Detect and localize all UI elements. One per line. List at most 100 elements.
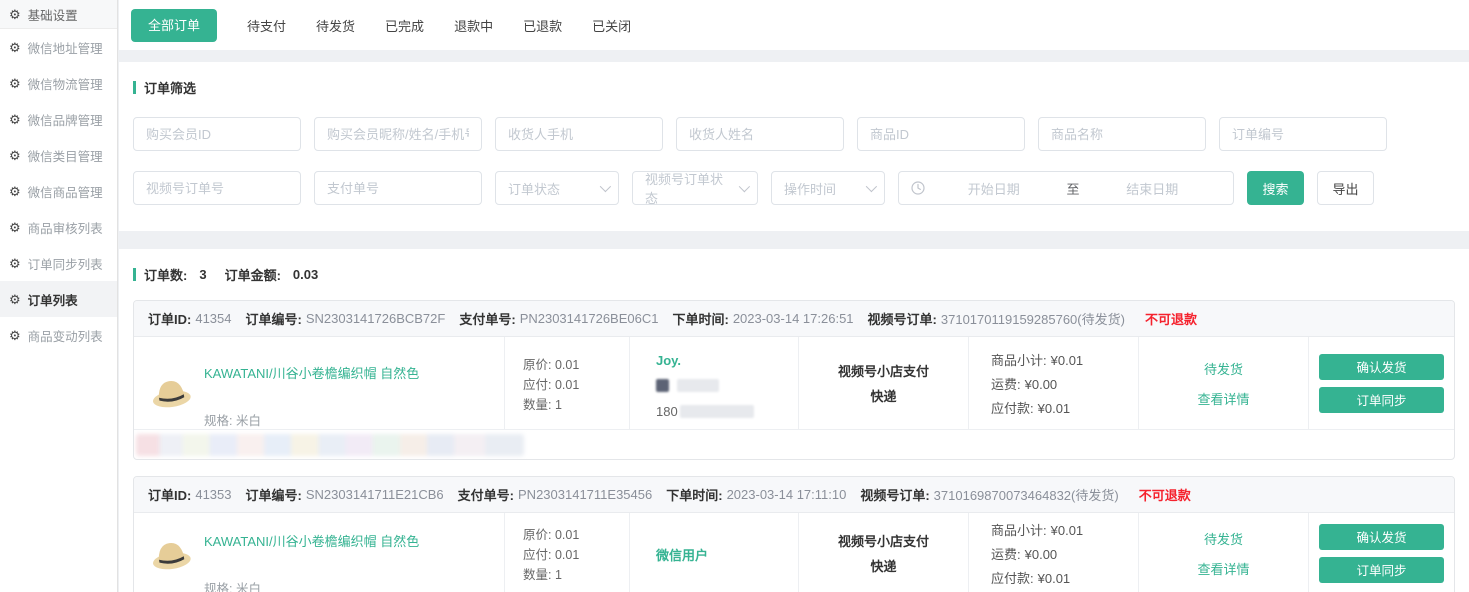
channel-order-label: 视频号订单: — [860, 485, 929, 504]
end-date-placeholder[interactable]: 结束日期 — [1084, 179, 1222, 198]
sidebar-item-wechat-logistics[interactable]: ⚙ 微信物流管理 — [0, 65, 117, 101]
order-sn-label: 订单编号: — [246, 309, 302, 328]
product-name-link[interactable]: KAWATANI/川谷小卷檐编织帽 自然色 — [204, 531, 504, 550]
gear-icon: ⚙ — [9, 221, 21, 234]
product-spec: 规格: 米白 — [204, 410, 504, 429]
spec-value: 米白 — [236, 582, 261, 592]
order-id-label: 订单ID: — [148, 485, 191, 504]
sidebar-item-label: 订单同步列表 — [28, 254, 103, 273]
buyer-name-masked — [656, 379, 798, 392]
channel-order-sn-input[interactable] — [133, 171, 301, 205]
order-sync-button[interactable]: 订单同步 — [1319, 557, 1444, 583]
tab-pending-payment[interactable]: 待支付 — [247, 16, 286, 35]
gear-icon: ⚙ — [9, 257, 21, 270]
order-header: 订单ID:41354 订单编号:SN2303141726BCB72F 支付单号:… — [134, 301, 1454, 337]
product-thumbnail-hat — [150, 533, 192, 573]
product-spec: 规格: 米白 — [204, 578, 504, 592]
sidebar-item-order-list[interactable]: ⚙ 订单列表 — [0, 281, 117, 317]
buyer-nickname[interactable]: 微信用户 — [656, 545, 798, 564]
filter-row-2: 订单状态 视频号订单状态 操作时间 开始日期 至 结束日期 搜索 — [133, 171, 1455, 205]
payment-method: 视频号小店支付 — [838, 531, 929, 550]
gear-icon: ⚙ — [9, 41, 21, 54]
order-time-label: 下单时间: — [672, 309, 728, 328]
order-summary: 订单数:3 订单金额:0.03 — [133, 265, 1455, 284]
payable-row: 应付款:¥0.01 — [991, 398, 1138, 417]
status-cell: 待发货 查看详情 — [1138, 513, 1308, 592]
address-row — [134, 429, 1454, 459]
clock-icon — [911, 181, 925, 195]
start-date-placeholder[interactable]: 开始日期 — [925, 179, 1063, 198]
sidebar-item-wechat-product[interactable]: ⚙ 微信商品管理 — [0, 173, 117, 209]
spec-label: 规格: — [204, 582, 232, 592]
sidebar-item-label: 微信类目管理 — [28, 146, 103, 165]
tab-pending-shipment[interactable]: 待发货 — [316, 16, 355, 35]
buyer-nickname[interactable]: Joy. — [656, 353, 798, 368]
order-id-label: 订单ID: — [148, 309, 191, 328]
tab-refunded[interactable]: 已退款 — [523, 16, 562, 35]
status-cell: 待发货 查看详情 — [1138, 337, 1308, 429]
product-name-link[interactable]: KAWATANI/川谷小卷檐编织帽 自然色 — [204, 363, 504, 382]
status-badge: 待发货 — [1204, 529, 1243, 548]
date-range-picker[interactable]: 开始日期 至 结束日期 — [898, 171, 1234, 205]
tab-completed[interactable]: 已完成 — [385, 16, 424, 35]
sidebar-item-wechat-brand[interactable]: ⚙ 微信品牌管理 — [0, 101, 117, 137]
product-id-input[interactable] — [857, 117, 1025, 151]
sidebar-item-wechat-category[interactable]: ⚙ 微信类目管理 — [0, 137, 117, 173]
gear-icon: ⚙ — [9, 8, 21, 21]
masked-block — [677, 379, 719, 392]
view-detail-link[interactable]: 查看详情 — [1197, 559, 1249, 578]
order-time-value: 2023-03-14 17:11:10 — [727, 487, 847, 502]
product-name-input[interactable] — [1038, 117, 1206, 151]
tab-all-orders[interactable]: 全部订单 — [131, 9, 217, 42]
export-button[interactable]: 导出 — [1317, 171, 1374, 205]
order-sn-input[interactable] — [1219, 117, 1387, 151]
channel-order-label: 视频号订单: — [868, 309, 937, 328]
status-badge: 待发货 — [1204, 359, 1243, 378]
pay-sn-value: PN2303141726BE06C1 — [520, 311, 659, 326]
qty-row: 数量: 1 — [523, 565, 629, 585]
search-button[interactable]: 搜索 — [1247, 171, 1304, 205]
order-status-select-value: 订单状态 — [508, 179, 560, 198]
order-body: KAWATANI/川谷小卷檐编织帽 自然色 规格: 米白 原价: 0.01 应付… — [134, 337, 1454, 429]
delivery-method: 快递 — [870, 556, 896, 575]
sidebar-item-basic-settings[interactable]: ⚙ 基础设置 — [0, 0, 117, 29]
actions-cell: 确认发货 订单同步 — [1308, 337, 1454, 429]
channel-order-status-select[interactable]: 视频号订单状态 — [632, 171, 758, 205]
product-cell: KAWATANI/川谷小卷檐编织帽 自然色 规格: 米白 — [134, 513, 504, 592]
refund-flag: 不可退款 — [1139, 485, 1191, 504]
refund-flag: 不可退款 — [1145, 309, 1197, 328]
gear-icon: ⚙ — [9, 149, 21, 162]
view-detail-link[interactable]: 查看详情 — [1197, 389, 1249, 408]
operation-time-select[interactable]: 操作时间 — [771, 171, 885, 205]
gear-icon: ⚙ — [9, 329, 21, 342]
payment-sn-input[interactable] — [314, 171, 482, 205]
consignee-name-input[interactable] — [676, 117, 844, 151]
buyer-nickname-input[interactable] — [314, 117, 482, 151]
consignee-phone-input[interactable] — [495, 117, 663, 151]
payment-cell: 视频号小店支付 快递 — [798, 337, 968, 429]
sidebar-item-wechat-address[interactable]: ⚙ 微信地址管理 — [0, 29, 117, 65]
sidebar-item-order-sync-list[interactable]: ⚙ 订单同步列表 — [0, 245, 117, 281]
order-time-value: 2023-03-14 17:26:51 — [733, 311, 854, 326]
sidebar-item-label: 商品变动列表 — [28, 326, 103, 345]
sidebar-item-product-review-list[interactable]: ⚙ 商品审核列表 — [0, 209, 117, 245]
sidebar-item-product-change-list[interactable]: ⚙ 商品变动列表 — [0, 317, 117, 353]
chevron-down-icon — [739, 181, 750, 192]
spec-value: 米白 — [236, 414, 261, 428]
tab-closed[interactable]: 已关闭 — [592, 16, 631, 35]
buyer-phone: 180 — [656, 404, 798, 419]
order-card: 订单ID:41354 订单编号:SN2303141726BCB72F 支付单号:… — [133, 300, 1455, 460]
order-sync-button[interactable]: 订单同步 — [1319, 387, 1444, 413]
tab-refunding[interactable]: 退款中 — [454, 16, 493, 35]
order-status-select[interactable]: 订单状态 — [495, 171, 619, 205]
buyer-member-id-input[interactable] — [133, 117, 301, 151]
product-thumbnail-hat — [150, 371, 192, 411]
confirm-ship-button[interactable]: 确认发货 — [1319, 524, 1444, 550]
date-range-separator: 至 — [1063, 179, 1084, 198]
confirm-ship-button[interactable]: 确认发货 — [1319, 354, 1444, 380]
order-amount-value: 0.03 — [293, 267, 318, 282]
subtotal-row: 商品小计:¥0.01 — [991, 350, 1138, 369]
channel-order-status-select-value: 视频号订单状态 — [645, 169, 733, 207]
phone-prefix: 180 — [656, 404, 678, 419]
order-body: KAWATANI/川谷小卷檐编织帽 自然色 规格: 米白 原价: 0.01 应付… — [134, 513, 1454, 592]
